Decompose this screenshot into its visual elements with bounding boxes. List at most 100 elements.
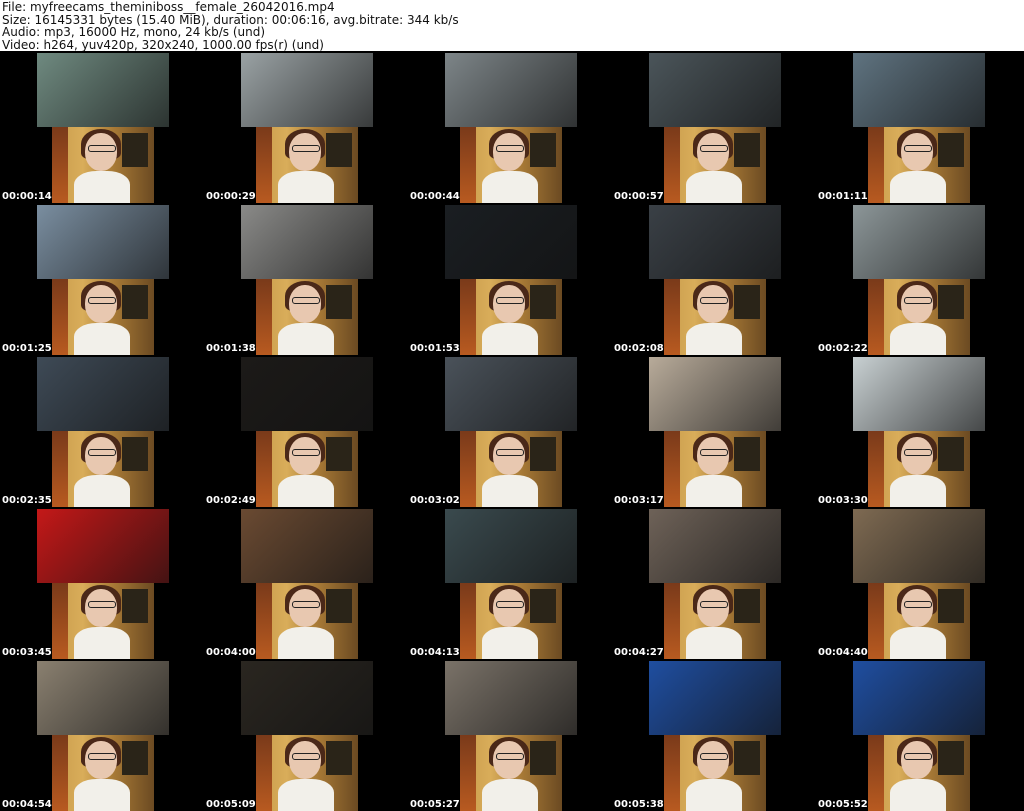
webcam-face — [493, 589, 525, 627]
webcam-lamp — [256, 735, 272, 811]
timestamp-label: 00:05:27 — [410, 799, 460, 810]
thumbnail: 00:04:13 — [408, 507, 612, 659]
webcam-glasses — [496, 753, 524, 760]
webcam-body — [278, 475, 334, 507]
timestamp-label: 00:04:27 — [614, 647, 664, 658]
webcam-lamp — [868, 431, 884, 507]
scene-frame — [241, 661, 373, 735]
webcam-body — [482, 475, 538, 507]
webcam-face — [85, 741, 117, 779]
timestamp-label: 00:04:00 — [206, 647, 256, 658]
webcam-frame — [256, 583, 358, 659]
webcam-face — [493, 437, 525, 475]
webcam-frame — [664, 127, 766, 203]
webcam-glasses — [88, 297, 116, 304]
timestamp-label: 00:04:40 — [818, 647, 868, 658]
webcam-body — [278, 627, 334, 659]
webcam-poster — [530, 589, 556, 623]
webcam-glasses — [88, 753, 116, 760]
webcam-body — [686, 171, 742, 203]
webcam-frame — [868, 127, 970, 203]
timestamp-label: 00:02:22 — [818, 343, 868, 354]
webcam-poster — [326, 437, 352, 471]
webcam-lamp — [868, 127, 884, 203]
webcam-face — [289, 437, 321, 475]
scene-frame — [445, 509, 577, 583]
thumbnail: 00:00:29 — [204, 51, 408, 203]
webcam-body — [74, 779, 130, 811]
webcam-lamp — [868, 279, 884, 355]
webcam-glasses — [292, 601, 320, 608]
webcam-poster — [326, 285, 352, 319]
timestamp-label: 00:02:35 — [2, 495, 52, 506]
webcam-body — [74, 323, 130, 355]
webcam-frame — [52, 583, 154, 659]
webcam-face — [85, 589, 117, 627]
webcam-poster — [938, 133, 964, 167]
webcam-poster — [938, 437, 964, 471]
webcam-poster — [938, 285, 964, 319]
scene-frame — [445, 357, 577, 431]
webcam-frame — [52, 279, 154, 355]
webcam-face — [697, 437, 729, 475]
webcam-lamp — [664, 127, 680, 203]
scene-frame — [37, 53, 169, 127]
webcam-body — [686, 475, 742, 507]
webcam-glasses — [496, 449, 524, 456]
webcam-glasses — [496, 601, 524, 608]
thumbnail: 00:05:27 — [408, 659, 612, 811]
webcam-lamp — [256, 279, 272, 355]
webcam-face — [901, 133, 933, 171]
webcam-poster — [326, 741, 352, 775]
webcam-face — [901, 285, 933, 323]
thumbnail: 00:03:17 — [612, 355, 816, 507]
scene-frame — [241, 357, 373, 431]
webcam-lamp — [868, 583, 884, 659]
webcam-poster — [122, 589, 148, 623]
webcam-lamp — [52, 127, 68, 203]
thumbnail: 00:05:52 — [816, 659, 1020, 811]
timestamp-label: 00:03:02 — [410, 495, 460, 506]
webcam-lamp — [460, 431, 476, 507]
webcam-lamp — [52, 583, 68, 659]
webcam-glasses — [88, 449, 116, 456]
thumbnail: 00:04:27 — [612, 507, 816, 659]
webcam-frame — [256, 279, 358, 355]
webcam-face — [289, 133, 321, 171]
webcam-glasses — [700, 297, 728, 304]
webcam-frame — [256, 127, 358, 203]
timestamp-label: 00:05:38 — [614, 799, 664, 810]
thumbnail: 00:04:00 — [204, 507, 408, 659]
thumbnail: 00:00:44 — [408, 51, 612, 203]
webcam-body — [482, 779, 538, 811]
webcam-frame — [460, 735, 562, 811]
webcam-face — [697, 133, 729, 171]
thumbnail: 00:03:30 — [816, 355, 1020, 507]
timestamp-label: 00:02:08 — [614, 343, 664, 354]
webcam-lamp — [52, 431, 68, 507]
webcam-body — [686, 779, 742, 811]
video-line: Video: h264, yuv420p, 320x240, 1000.00 f… — [2, 37, 324, 52]
thumbnail: 00:00:57 — [612, 51, 816, 203]
webcam-poster — [122, 133, 148, 167]
scene-frame — [445, 205, 577, 279]
webcam-frame — [664, 431, 766, 507]
thumbnail: 00:02:49 — [204, 355, 408, 507]
thumbnail: 00:02:08 — [612, 203, 816, 355]
file-name-line: File: myfreecams_theminiboss__female_260… — [2, 0, 335, 14]
webcam-body — [278, 171, 334, 203]
webcam-lamp — [664, 583, 680, 659]
scene-frame — [445, 661, 577, 735]
webcam-frame — [256, 735, 358, 811]
scene-frame — [37, 357, 169, 431]
webcam-poster — [938, 741, 964, 775]
webcam-frame — [664, 735, 766, 811]
webcam-lamp — [460, 279, 476, 355]
webcam-lamp — [664, 735, 680, 811]
webcam-glasses — [904, 449, 932, 456]
scene-frame — [37, 509, 169, 583]
webcam-poster — [734, 133, 760, 167]
webcam-poster — [530, 133, 556, 167]
scene-frame — [649, 357, 781, 431]
timestamp-label: 00:01:11 — [818, 191, 868, 202]
